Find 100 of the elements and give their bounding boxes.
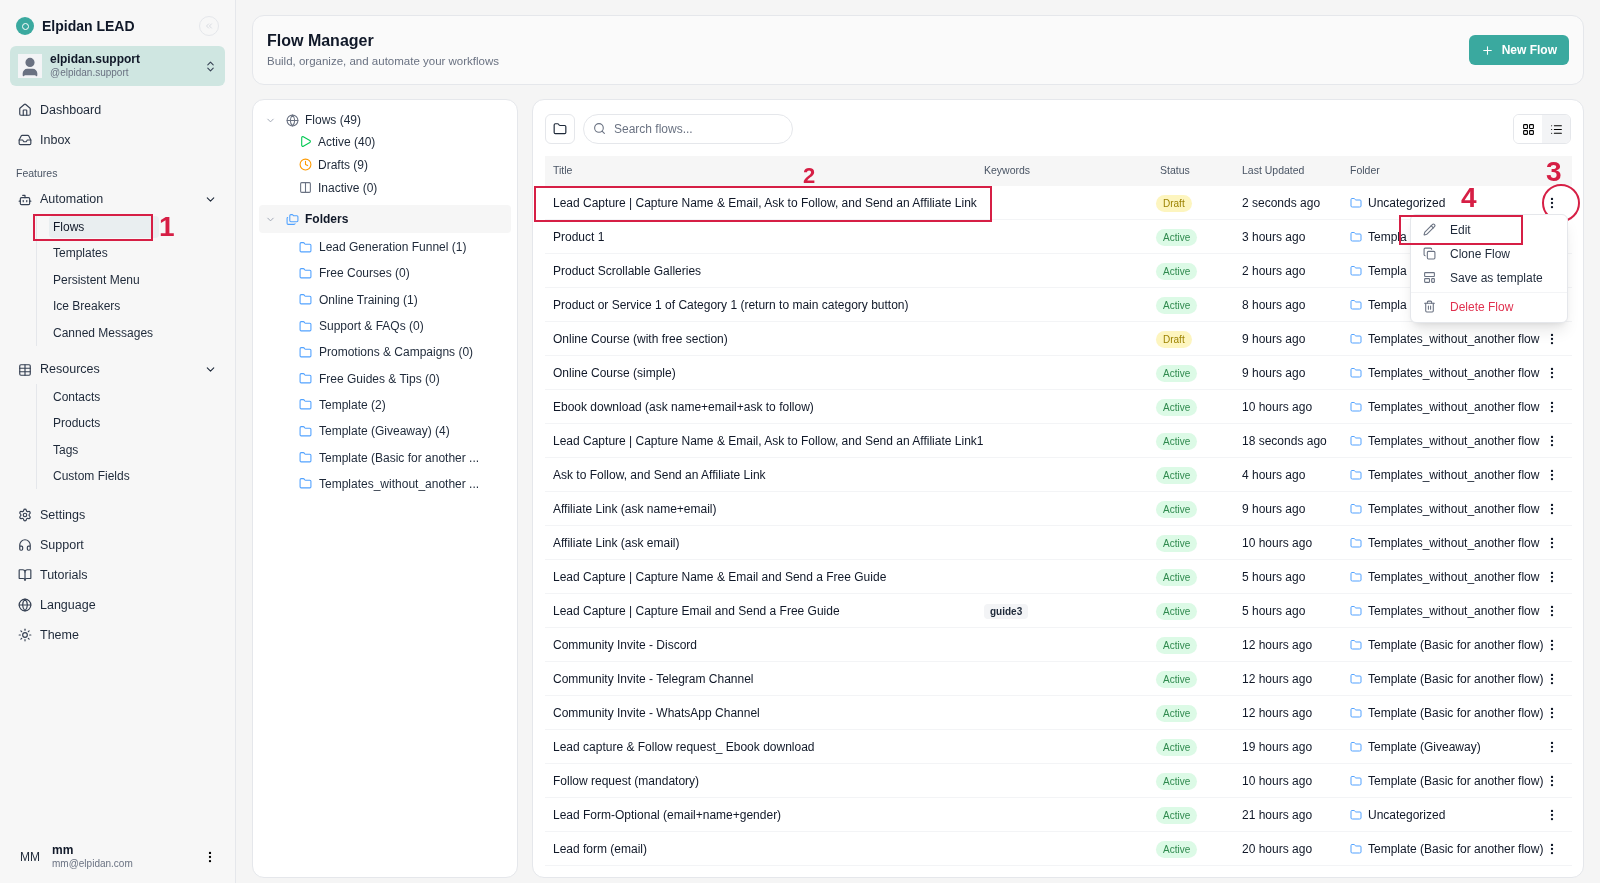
search-field[interactable]: Search flows...: [583, 114, 793, 144]
chevrons-icon: [204, 59, 217, 73]
flow-title[interactable]: Online Course (simple): [553, 365, 676, 380]
flow-title[interactable]: Online Course (with free section): [553, 331, 728, 346]
status-badge: Active: [1156, 738, 1198, 756]
flow-title[interactable]: Community Invite - WhatsApp Channel: [553, 705, 760, 720]
book-icon: [18, 568, 32, 583]
flow-title[interactable]: Lead Capture | Capture Name & Email and Send a Free Guide: [553, 569, 887, 584]
nav-item[interactable]: Dashboard: [10, 100, 225, 120]
flow-title[interactable]: Lead Capture | Capture Name & Email, Ask to Follow, and Send an Affiliate Link1: [553, 433, 984, 448]
column-header: Status: [1160, 163, 1190, 179]
nav-subitem[interactable]: Tags: [49, 438, 159, 461]
last-updated: 12 hours ago: [1241, 670, 1314, 688]
last-updated: 3 hours ago: [1241, 228, 1307, 246]
folder-item[interactable]: Template (Giveaway) (4): [299, 418, 505, 445]
flow-title[interactable]: Product 1: [553, 229, 605, 244]
inbox-icon: [18, 133, 32, 147]
menu-item[interactable]: Edit: [1411, 217, 1567, 242]
pause-icon: [299, 181, 312, 194]
folder-item[interactable]: Promotions & Campaigns (0): [299, 339, 505, 366]
flow-title[interactable]: Lead Form-Optional (email+name+gender): [553, 807, 782, 822]
keyword-tag: guide3: [984, 603, 1029, 619]
nav-item[interactable]: Theme: [10, 625, 225, 646]
folder-item[interactable]: Lead Generation Funnel (1): [299, 234, 505, 261]
folder-icon: [299, 293, 312, 307]
status-badge: Active: [1156, 262, 1198, 280]
account-switcher[interactable]: elpidan.support @elpidan.support: [10, 46, 225, 86]
clock-icon: [299, 158, 312, 171]
robot-icon: [18, 192, 32, 207]
flow-title[interactable]: Ebook download (ask name+email+ask to follow): [553, 399, 814, 414]
tree-item[interactable]: Drafts (9): [299, 153, 505, 176]
nav-group[interactable]: Resources: [10, 359, 225, 380]
flow-title[interactable]: Ask to Follow, and Send an Affiliate Link: [553, 467, 766, 482]
tree-item[interactable]: Inactive (0): [299, 176, 505, 199]
user-initials: MM: [19, 849, 41, 866]
tree-node[interactable]: Flows (49): [265, 110, 361, 130]
flow-title[interactable]: Product Scrollable Galleries: [553, 263, 702, 278]
folder-item[interactable]: Support & FAQs (0): [299, 312, 505, 340]
folder-icon: [1350, 366, 1362, 379]
folder-name: Templates_without_another flow: [1368, 568, 1540, 586]
flow-title[interactable]: Affiliate Link (ask name+email): [553, 501, 717, 516]
flow-title[interactable]: Product or Service 1 of Category 1 (return to main category button): [553, 297, 909, 312]
grid-icon: [18, 362, 32, 377]
nav-subitem[interactable]: Custom Fields: [49, 465, 159, 488]
folder-icon: [1350, 434, 1362, 447]
last-updated: 10 hours ago: [1241, 772, 1314, 790]
logo-icon: [16, 17, 34, 35]
nav-subitem[interactable]: Contacts: [49, 385, 159, 408]
flow-title[interactable]: Affiliate Link (ask email): [553, 535, 680, 550]
status-badge: Draft: [1156, 330, 1192, 348]
nav-subitem[interactable]: Canned Messages: [49, 321, 159, 344]
folder-name: Templates_without_another flow: [1368, 364, 1540, 382]
folder-name: Templa: [1368, 262, 1407, 280]
page-title: Flow Manager: [267, 31, 375, 52]
folder-name: Template (Basic for another flow): [1368, 670, 1544, 688]
last-updated: 9 hours ago: [1241, 500, 1307, 518]
folder-name: Templates_without_another flow: [1368, 398, 1540, 416]
menu-item[interactable]: Save as template: [1411, 265, 1567, 290]
last-updated: 4 hours ago: [1241, 466, 1307, 484]
flow-title[interactable]: Lead capture & Follow request_ Ebook download: [553, 739, 815, 754]
flow-title[interactable]: Lead Capture | Capture Name & Email, Ask to Follow, and Send an Affiliate Link: [553, 195, 977, 210]
nav-group[interactable]: Automation: [10, 189, 225, 210]
folder-item[interactable]: Template (Basic for another ...: [299, 444, 505, 471]
folder-item[interactable]: Template (2): [299, 391, 505, 419]
last-updated: 21 hours ago: [1241, 806, 1314, 824]
folder-icon: [553, 122, 567, 136]
nav-item[interactable]: Inbox: [10, 130, 225, 150]
tree-item[interactable]: Active (40): [299, 130, 505, 153]
search-icon: [593, 122, 606, 135]
flow-title[interactable]: Follow request (mandatory): [553, 773, 700, 788]
nav-item[interactable]: Support: [10, 535, 225, 556]
flow-title[interactable]: Lead form (email): [553, 841, 648, 856]
folder-name: Template (Basic for another flow): [1368, 704, 1544, 722]
nav-subitem[interactable]: Ice Breakers: [49, 295, 159, 318]
menu-item[interactable]: Delete Flow: [1411, 294, 1567, 319]
folder-item[interactable]: Free Courses (0): [299, 260, 505, 287]
folder-name: Uncategorized: [1368, 194, 1446, 212]
folders-icon: [286, 212, 299, 226]
folder-item[interactable]: Online Training (1): [299, 286, 505, 313]
nav-item[interactable]: Language: [10, 595, 225, 616]
folder-icon: [1350, 502, 1362, 515]
flow-title[interactable]: Community Invite - Discord: [553, 637, 698, 652]
menu-item[interactable]: Clone Flow: [1411, 241, 1567, 266]
status-badge: Active: [1156, 602, 1198, 620]
flow-title[interactable]: Lead Capture | Capture Email and Send a Free Guide: [553, 603, 840, 618]
tree-node[interactable]: Folders: [259, 205, 511, 233]
folder-item[interactable]: Templates_without_another ...: [299, 470, 505, 497]
nav-subitem[interactable]: Persistent Menu: [49, 268, 159, 291]
nav-subitem[interactable]: Flows: [49, 215, 159, 238]
folder-icon: [299, 451, 312, 464]
nav-item[interactable]: Settings: [10, 505, 225, 526]
last-updated: 2 hours ago: [1241, 262, 1307, 280]
nav-subitem[interactable]: Products: [49, 412, 159, 435]
nav-subitem[interactable]: Templates: [49, 242, 159, 265]
flow-title[interactable]: Community Invite - Telegram Channel: [553, 671, 754, 686]
status-badge: Active: [1156, 568, 1198, 586]
folder-item[interactable]: Free Guides & Tips (0): [299, 365, 505, 392]
folder-button[interactable]: [545, 114, 575, 144]
list-view-button[interactable]: [1542, 115, 1570, 143]
nav-item[interactable]: Tutorials: [10, 565, 225, 586]
